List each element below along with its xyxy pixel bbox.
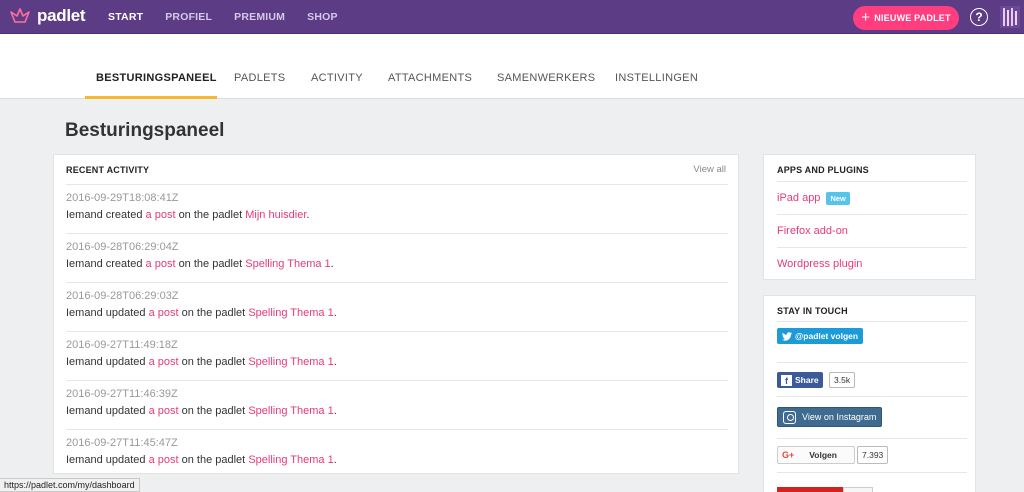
apps-card: APPS AND PLUGINS iPad app New Firefox ad… bbox=[763, 154, 976, 280]
twitter-follow-label: @padlet volgen bbox=[795, 331, 859, 341]
top-bar: padlet START PROFIEL PREMIUM SHOP + NIEU… bbox=[0, 0, 1024, 34]
status-bar-url: https://padlet.com/my/dashboard bbox=[0, 478, 140, 492]
padlet-link[interactable]: Spelling Thema 1 bbox=[245, 258, 330, 270]
padlet-link[interactable]: Spelling Thema 1 bbox=[248, 454, 333, 466]
activity-time: 2016-09-27T11:46:39Z bbox=[66, 388, 178, 400]
tab-padlets[interactable]: PADLETS bbox=[234, 72, 285, 84]
padlet-link[interactable]: Spelling Thema 1 bbox=[248, 307, 333, 319]
ipad-app-link[interactable]: iPad app New bbox=[777, 181, 967, 214]
tab-bar: BESTURINGSPANEEL PADLETS ACTIVITY ATTACH… bbox=[0, 34, 1024, 99]
google-plus-count: 7.393 bbox=[857, 446, 889, 464]
google-plus-label: Volgen bbox=[809, 450, 837, 460]
post-link[interactable]: a post bbox=[149, 356, 179, 368]
stay-in-touch-title: STAY IN TOUCH bbox=[777, 306, 848, 316]
stay-in-touch-card: STAY IN TOUCH @padlet volgen f Share 3.5… bbox=[763, 295, 976, 492]
nav-profiel[interactable]: PROFIEL bbox=[165, 11, 212, 23]
padlet-logo-icon bbox=[10, 8, 30, 23]
facebook-share-button[interactable]: f Share bbox=[777, 372, 823, 388]
facebook-row: f Share 3.5k bbox=[777, 362, 967, 396]
new-padlet-label: NIEUWE PADLET bbox=[874, 13, 951, 23]
activity-item: 2016-09-27T11:45:47Z Iemand updated a po… bbox=[66, 429, 728, 478]
tab-instellingen[interactable]: INSTELLINGEN bbox=[615, 72, 698, 84]
tab-activity[interactable]: ACTIVITY bbox=[311, 72, 363, 84]
instagram-button[interactable]: View on Instagram bbox=[777, 407, 883, 427]
google-plus-follow-button[interactable]: G+ Volgen bbox=[777, 446, 855, 464]
instagram-label: View on Instagram bbox=[802, 412, 877, 422]
active-tab-indicator bbox=[85, 96, 217, 99]
avatar[interactable] bbox=[1000, 6, 1020, 28]
padlet-link[interactable]: Mijn huisdier bbox=[245, 209, 306, 221]
instagram-icon bbox=[783, 410, 796, 424]
top-nav: START PROFIEL PREMIUM SHOP bbox=[108, 0, 360, 34]
activity-text: Iemand updated a post on the padlet Spel… bbox=[66, 405, 337, 417]
post-link[interactable]: a post bbox=[146, 258, 176, 270]
activity-time: 2016-09-27T11:45:47Z bbox=[66, 437, 178, 449]
tab-attachments[interactable]: ATTACHMENTS bbox=[388, 72, 472, 84]
activity-time: 2016-09-27T11:49:18Z bbox=[66, 339, 178, 351]
google-plus-icon: G+ bbox=[782, 450, 795, 460]
activity-item: 2016-09-28T06:29:04Z Iemand created a po… bbox=[66, 233, 728, 282]
page-title: Besturingspaneel bbox=[65, 120, 225, 141]
google-plus-row: G+ Volgen 7.393 bbox=[777, 438, 967, 472]
activity-text: Iemand updated a post on the padlet Spel… bbox=[66, 454, 337, 466]
nav-shop[interactable]: SHOP bbox=[307, 11, 338, 23]
instagram-row: View on Instagram bbox=[777, 396, 967, 438]
nav-premium[interactable]: PREMIUM bbox=[234, 11, 285, 23]
padlet-link[interactable]: Spelling Thema 1 bbox=[248, 405, 333, 417]
tab-besturingspaneel[interactable]: BESTURINGSPANEEL bbox=[96, 72, 217, 84]
facebook-icon: f bbox=[781, 374, 792, 386]
post-link[interactable]: a post bbox=[146, 209, 176, 221]
facebook-share-count: 3.5k bbox=[829, 372, 856, 388]
view-all-link[interactable]: View all bbox=[693, 164, 726, 175]
logo-text: padlet bbox=[37, 6, 86, 25]
activity-time: 2016-09-28T06:29:03Z bbox=[66, 290, 179, 302]
activity-text: Iemand updated a post on the padlet Spel… bbox=[66, 356, 337, 368]
facebook-share-label: Share bbox=[795, 375, 819, 385]
new-badge: New bbox=[826, 191, 850, 205]
ipad-app-label: iPad app bbox=[777, 192, 821, 204]
post-link[interactable]: a post bbox=[149, 307, 179, 319]
apps-title: APPS AND PLUGINS bbox=[777, 165, 869, 175]
padlet-link[interactable]: Spelling Thema 1 bbox=[248, 356, 333, 368]
recent-activity-title: RECENT ACTIVITY bbox=[66, 165, 150, 175]
wordpress-plugin-link[interactable]: Wordpress plugin bbox=[777, 247, 967, 280]
activity-time: 2016-09-29T18:08:41Z bbox=[66, 192, 179, 204]
twitter-row: @padlet volgen bbox=[777, 321, 967, 362]
post-link[interactable]: a post bbox=[149, 454, 179, 466]
social-count-partial bbox=[843, 487, 873, 492]
recent-activity-card: RECENT ACTIVITY View all 2016-09-29T18:0… bbox=[53, 154, 739, 474]
activity-item: 2016-09-27T11:46:39Z Iemand updated a po… bbox=[66, 380, 728, 429]
nav-start[interactable]: START bbox=[108, 11, 143, 23]
tab-samenwerkers[interactable]: SAMENWERKERS bbox=[497, 72, 595, 84]
post-link[interactable]: a post bbox=[149, 405, 179, 417]
padlet-logo[interactable]: padlet bbox=[9, 5, 86, 27]
social-button-partial[interactable] bbox=[777, 487, 843, 492]
help-icon[interactable]: ? bbox=[970, 8, 988, 26]
activity-text: Iemand updated a post on the padlet Spel… bbox=[66, 307, 337, 319]
activity-item: 2016-09-27T11:49:18Z Iemand updated a po… bbox=[66, 331, 728, 380]
new-padlet-button[interactable]: + NIEUWE PADLET bbox=[853, 6, 959, 30]
twitter-bird-icon bbox=[782, 331, 792, 341]
activity-text: Iemand created a post on the padlet Spel… bbox=[66, 258, 334, 270]
activity-text: Iemand created a post on the padlet Mijn… bbox=[66, 209, 310, 221]
activity-item: 2016-09-28T06:29:03Z Iemand updated a po… bbox=[66, 282, 728, 331]
activity-time: 2016-09-28T06:29:04Z bbox=[66, 241, 179, 253]
more-social-row bbox=[777, 472, 967, 492]
activity-item: 2016-09-29T18:08:41Z Iemand created a po… bbox=[66, 184, 728, 233]
firefox-addon-link[interactable]: Firefox add-on bbox=[777, 214, 967, 247]
twitter-follow-button[interactable]: @padlet volgen bbox=[777, 328, 864, 344]
plus-icon: + bbox=[861, 9, 871, 26]
